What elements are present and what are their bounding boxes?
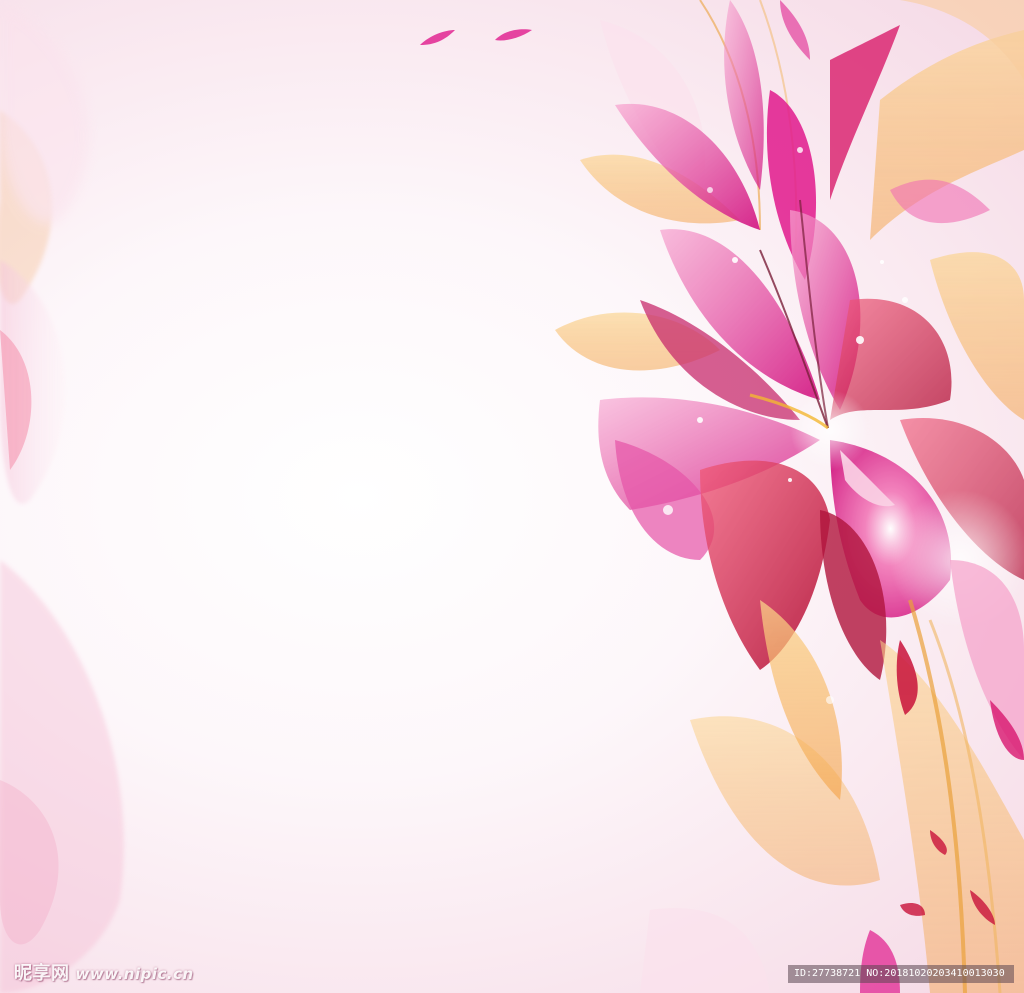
site-name: 昵享网 — [14, 963, 70, 984]
site-url: www.nipic.cn — [75, 965, 194, 983]
left-soft-petals — [0, 0, 124, 993]
lower-stem-leaves — [640, 599, 1024, 993]
image-id-bar: ID:27738721 NO:20181020203410013030 — [788, 965, 1014, 983]
floral-background: 昵享网 www.nipic.cn ID:27738721 NO:201810202… — [0, 0, 1024, 993]
site-watermark-logo: 昵享网 www.nipic.cn — [14, 959, 194, 985]
flower-artwork — [0, 0, 1024, 993]
